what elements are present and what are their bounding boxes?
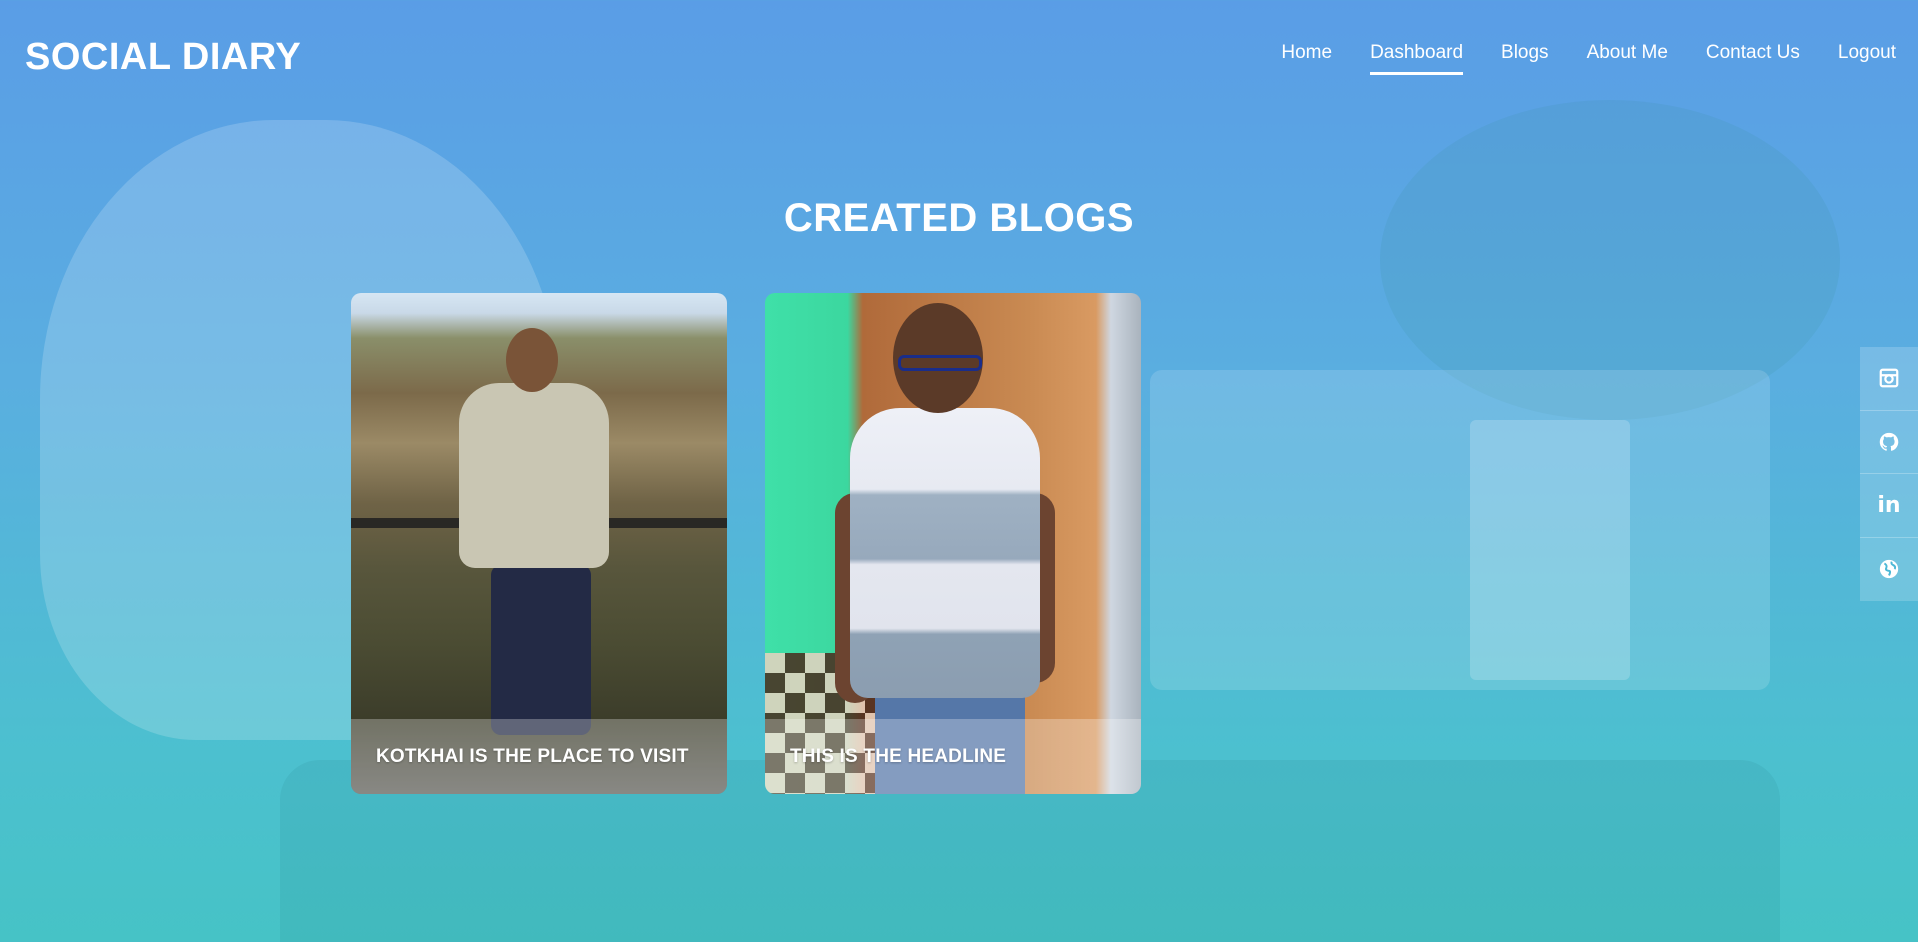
blog-card[interactable]: KOTKHAI IS THE PLACE TO VISIT: [351, 293, 727, 794]
person-shirt: [850, 408, 1040, 698]
nav-home[interactable]: Home: [1281, 42, 1332, 75]
blog-card-title[interactable]: THIS IS THE HEADLINE: [765, 719, 1141, 794]
page-title: CREATED BLOGS: [783, 196, 1135, 240]
person-legs: [491, 565, 591, 735]
background-board-shape: [1150, 370, 1770, 690]
main-nav: Home Dashboard Blogs About Me Contact Us…: [1281, 42, 1896, 75]
github-link[interactable]: [1860, 411, 1918, 474]
nav-blogs[interactable]: Blogs: [1501, 42, 1549, 75]
nav-contact-us[interactable]: Contact Us: [1706, 42, 1800, 75]
instagram-icon: [1879, 368, 1899, 388]
person-hoodie: [459, 383, 609, 568]
site-header: SOCIAL DIARY Home Dashboard Blogs About …: [0, 0, 1918, 110]
blog-card-list: KOTKHAI IS THE PLACE TO VISIT THIS IS TH…: [351, 293, 1141, 794]
linkedin-link[interactable]: in: [1860, 474, 1918, 538]
globe-icon: [1879, 560, 1899, 579]
linkedin-icon: in: [1877, 492, 1901, 518]
github-icon: [1879, 432, 1899, 451]
site-logo[interactable]: SOCIAL DIARY: [25, 36, 301, 79]
website-link[interactable]: [1860, 538, 1918, 602]
person-glasses: [898, 355, 982, 371]
instagram-link[interactable]: [1860, 347, 1918, 411]
background-menu-card-shape: [1470, 420, 1630, 680]
nav-dashboard[interactable]: Dashboard: [1370, 42, 1464, 75]
nav-logout[interactable]: Logout: [1838, 42, 1896, 75]
blog-card[interactable]: THIS IS THE HEADLINE: [765, 293, 1141, 794]
blog-card-title[interactable]: KOTKHAI IS THE PLACE TO VISIT: [351, 719, 727, 794]
social-sidebar: in: [1860, 347, 1918, 601]
nav-about-me[interactable]: About Me: [1587, 42, 1668, 75]
person-head: [506, 328, 558, 392]
